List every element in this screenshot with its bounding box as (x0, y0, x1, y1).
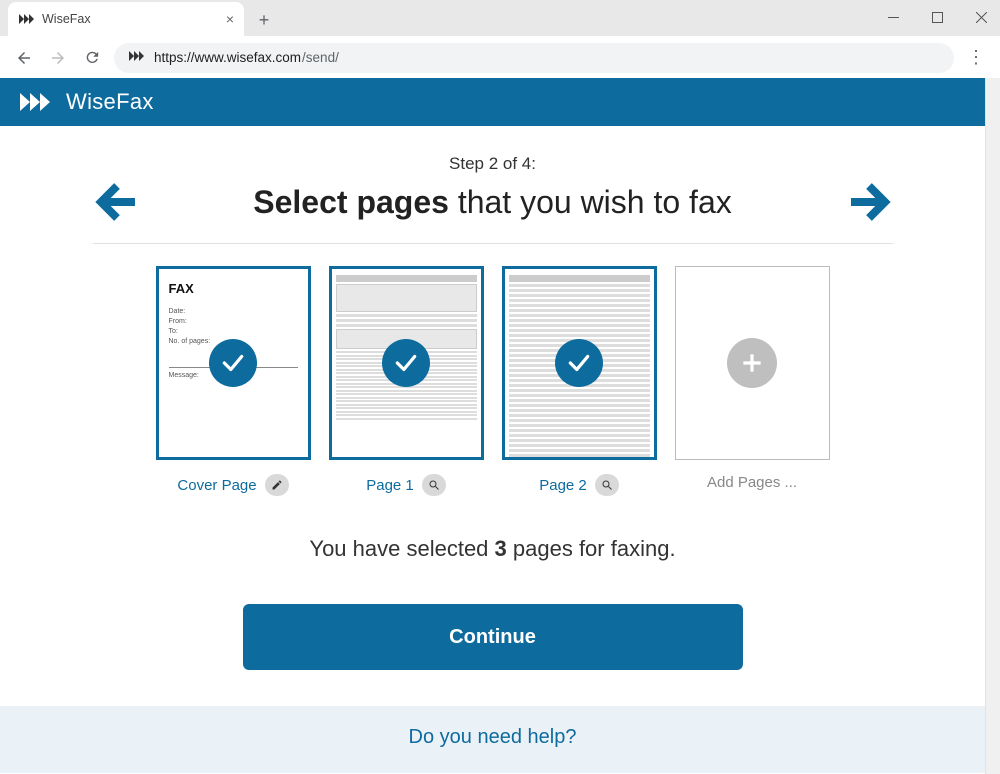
cover-field: To: (169, 328, 298, 335)
main-content: Step 2 of 4: Select pages that you wish … (63, 126, 923, 670)
thumbnail-label[interactable]: Cover Page (177, 477, 256, 494)
selected-check-icon (555, 339, 603, 387)
cover-field: From: (169, 318, 298, 325)
magnifier-icon (428, 479, 440, 491)
help-link[interactable]: Do you need help? (0, 706, 985, 773)
app-viewport: WiseFax Step 2 of 4: Select pages that y… (0, 78, 985, 774)
zoom-page-1-button[interactable] (422, 474, 446, 496)
vertical-scrollbar[interactable] (985, 78, 1000, 774)
wizard-next-button[interactable] (849, 182, 893, 222)
nav-forward-button (46, 46, 70, 70)
thumbnail-page-2: Page 2 (502, 266, 657, 496)
address-bar[interactable]: https://www.wisefax.com/send/ (114, 43, 954, 73)
url-host: https://www.wisefax.com (154, 50, 301, 65)
cover-field: Date: (169, 308, 298, 315)
window-maximize-button[interactable] (924, 6, 950, 28)
add-pages-card[interactable] (675, 266, 830, 460)
logo-icon (20, 91, 58, 113)
browser-tab[interactable]: WiseFax × (8, 2, 244, 36)
thumbnail-cover-page: FAX Date: From: To: No. of pages: Messag… (156, 266, 311, 496)
selected-check-icon (209, 339, 257, 387)
new-tab-button[interactable]: + (250, 6, 278, 34)
summary-prefix: You have selected (309, 536, 494, 561)
app-header: WiseFax (0, 78, 985, 126)
edit-cover-button[interactable] (265, 474, 289, 496)
tab-title: WiseFax (42, 12, 218, 26)
step-indicator: Step 2 of 4: (93, 154, 893, 174)
thumbnail-label-row: Page 2 (502, 474, 657, 496)
thumbnail-add-pages: Add Pages ... (675, 266, 830, 496)
thumbnail-label[interactable]: Page 1 (366, 477, 414, 494)
summary-suffix: pages for faxing. (507, 536, 676, 561)
url-path: /send/ (302, 50, 339, 65)
browser-chrome: WiseFax × + https://www.wisefax.com/send… (0, 0, 1000, 78)
thumbnail-label-row: Page 1 (329, 474, 484, 496)
address-toolbar: https://www.wisefax.com/send/ ⋮ (0, 36, 1000, 78)
page-title-bold: Select pages (253, 184, 449, 220)
magnifier-icon (601, 479, 613, 491)
thumbnail-label[interactable]: Page 2 (539, 477, 587, 494)
thumbnail-page-2-card[interactable] (502, 266, 657, 460)
thumbnail-label-row: Cover Page (156, 474, 311, 496)
wizard-header: Step 2 of 4: Select pages that you wish … (93, 154, 893, 244)
site-info-icon[interactable] (128, 48, 144, 67)
plus-icon (727, 338, 777, 388)
summary-count: 3 (495, 536, 507, 561)
tab-strip: WiseFax × + (0, 0, 1000, 36)
thumbnail-label-row: Add Pages ... (675, 474, 830, 491)
thumbnail-cover-page-card[interactable]: FAX Date: From: To: No. of pages: Messag… (156, 266, 311, 460)
thumbnail-page-1-card[interactable] (329, 266, 484, 460)
selected-check-icon (382, 339, 430, 387)
pencil-icon (271, 479, 283, 491)
window-minimize-button[interactable] (880, 6, 906, 28)
continue-button[interactable]: Continue (243, 604, 743, 670)
add-pages-label[interactable]: Add Pages ... (707, 474, 797, 491)
thumbnail-page-1: Page 1 (329, 266, 484, 496)
cover-heading: FAX (169, 281, 298, 296)
window-controls (880, 6, 994, 28)
tab-close-button[interactable]: × (226, 11, 234, 27)
page-title: Select pages that you wish to fax (93, 184, 893, 221)
nav-reload-button[interactable] (80, 46, 104, 70)
wizard-prev-button[interactable] (93, 182, 137, 222)
nav-back-button[interactable] (12, 46, 36, 70)
window-close-button[interactable] (968, 6, 994, 28)
zoom-page-2-button[interactable] (595, 474, 619, 496)
brand-name: WiseFax (66, 89, 154, 115)
browser-menu-button[interactable]: ⋮ (964, 46, 988, 70)
selection-summary: You have selected 3 pages for faxing. (93, 536, 893, 562)
help-text: Do you need help? (409, 726, 577, 748)
favicon-icon (18, 11, 34, 27)
page-title-rest: that you wish to fax (449, 184, 732, 220)
page-thumbnails: FAX Date: From: To: No. of pages: Messag… (93, 266, 893, 496)
